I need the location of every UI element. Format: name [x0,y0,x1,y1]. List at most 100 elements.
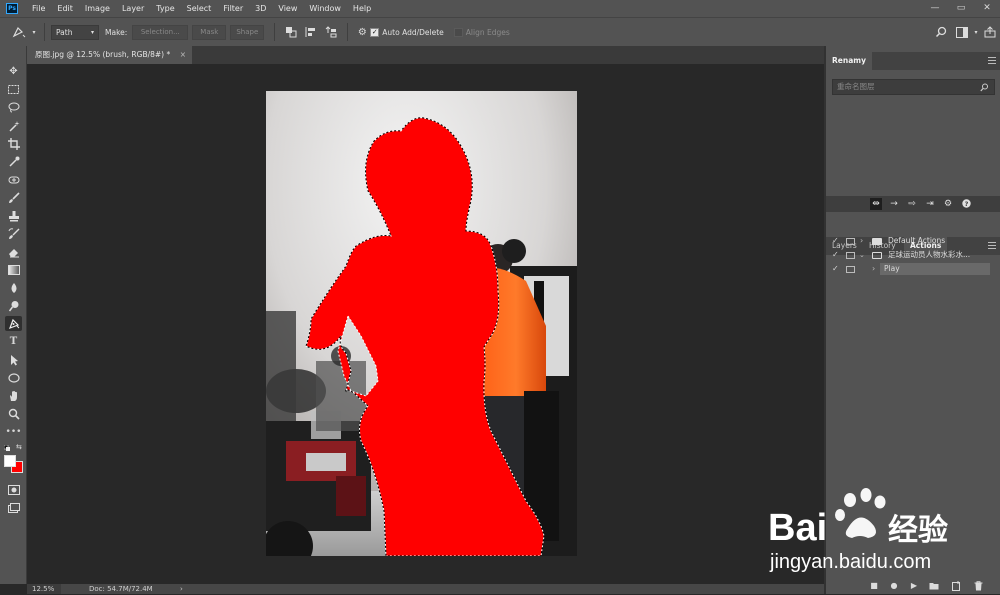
menu-type[interactable]: Type [150,0,180,17]
dialog-toggle-icon[interactable] [846,252,855,259]
menu-window[interactable]: Window [303,0,347,17]
foreground-color-swatch[interactable] [4,455,16,467]
dialog-toggle-icon[interactable] [846,238,855,245]
chevron-down-icon[interactable]: ▾ [972,29,980,36]
workspace-icon[interactable] [952,26,972,38]
action-set-label: Default Actions [888,236,946,245]
renamy-search-placeholder: 重命名图层 [837,82,875,91]
eyedropper-tool-icon[interactable] [5,154,22,169]
action-set-row[interactable]: ✓ ⌄ 足球运动员人物水彩水... [826,248,1000,262]
menu-image[interactable]: Image [79,0,116,17]
marquee-tool-icon[interactable] [5,82,22,97]
status-bar: 12.5% Doc: 54.7M/72.4M › [27,584,824,594]
menu-help[interactable]: Help [347,0,377,17]
clone-stamp-tool-icon[interactable] [5,208,22,223]
ellipse-tool-icon[interactable] [5,370,22,385]
search-icon[interactable] [980,80,988,97]
auto-add-delete-checkbox[interactable]: ✓ [370,27,380,37]
document-tab-bar: 原图.jpg @ 12.5% (brush, RGB/8#) * × [27,46,824,64]
path-selection-tool-icon[interactable] [5,352,22,367]
watermark-brand-right: 经验 [888,513,948,548]
toggle-check-icon[interactable]: ✓ [832,234,839,248]
pen-tool-icon[interactable] [5,316,22,331]
chevron-right-icon[interactable]: › [872,262,875,276]
gear-icon[interactable]: ⚙ [354,27,370,38]
document-tab[interactable]: 原图.jpg @ 12.5% (brush, RGB/8#) * × [27,46,192,64]
gear-icon[interactable]: ⚙ [942,198,954,210]
menu-file[interactable]: File [26,0,51,17]
pen-mode-select[interactable]: Path ▾ [51,24,99,40]
brush-tool-icon[interactable] [5,190,22,205]
make-mask-button[interactable]: Mask [192,24,227,40]
eraser-tool-icon[interactable] [5,244,22,259]
canvas-area[interactable] [27,64,824,584]
pen-tool-preset-icon[interactable] [8,26,30,38]
record-icon[interactable]: ● [888,580,900,592]
history-brush-tool-icon[interactable] [5,226,22,241]
path-alignment-icon[interactable] [301,26,321,38]
help-icon[interactable]: ? [960,198,972,210]
more-tools-icon[interactable]: ••• [5,424,22,439]
crop-tool-icon[interactable] [5,136,22,151]
magic-wand-tool-icon[interactable] [5,118,22,133]
toggle-check-icon[interactable]: ✓ [832,248,839,262]
blur-tool-icon[interactable] [5,280,22,295]
type-tool-icon[interactable]: T [5,334,22,349]
hand-tool-icon[interactable] [5,388,22,403]
path-operations-icon[interactable] [281,26,301,38]
dialog-toggle-icon[interactable] [846,266,855,273]
gradient-tool-icon[interactable] [5,262,22,277]
renamy-extension-icon[interactable]: ⇹ [870,198,882,210]
stop-icon[interactable]: ■ [868,580,880,592]
screen-mode-icon[interactable] [5,500,22,515]
dodge-tool-icon[interactable] [5,298,22,313]
quick-mask-icon[interactable] [5,482,22,497]
status-menu-arrow[interactable]: › [180,584,183,594]
close-tab-icon[interactable]: × [180,46,186,64]
panel-menu-icon[interactable] [988,57,996,64]
path-arrangement-icon[interactable] [321,26,341,38]
make-selection-button[interactable]: Selection... [132,24,189,40]
watermark-brand-left: Bai [768,507,827,549]
new-set-folder-icon[interactable] [928,580,940,592]
divider [274,23,276,41]
action-row[interactable]: ✓ › Play [826,262,1000,276]
chevron-right-icon[interactable]: › [860,234,863,248]
options-bar: ▾ Path ▾ Make: Selection... Mask Shape ⚙… [0,17,1000,46]
default-colors-icon[interactable] [3,444,10,451]
chevron-down-icon[interactable]: ▾ [30,29,38,36]
tab-renamy[interactable]: Renamy [826,52,872,70]
menu-layer[interactable]: Layer [116,0,150,17]
new-action-icon[interactable] [950,580,962,592]
play-icon[interactable]: ▶ [908,580,920,592]
align-edges-checkbox[interactable] [453,27,463,37]
import-icon[interactable]: ⇥ [924,198,936,210]
lasso-tool-icon[interactable] [5,100,22,115]
menu-3d[interactable]: 3D [249,0,272,17]
menu-filter[interactable]: Filter [217,0,249,17]
renamy-search-input[interactable]: 重命名图层 [832,79,995,95]
move-tool-icon[interactable]: ✥ [5,64,22,79]
folder-open-icon [872,252,882,259]
menu-view[interactable]: View [272,0,303,17]
trash-icon[interactable] [972,580,984,592]
toggle-check-icon[interactable]: ✓ [832,262,839,276]
zoom-tool-icon[interactable] [5,406,22,421]
healing-brush-tool-icon[interactable] [5,172,22,187]
document-image[interactable] [266,91,577,556]
chevron-down-icon[interactable]: ⌄ [859,248,865,262]
doc-size-label: Doc: 54.7M/72.4M [89,585,153,593]
make-shape-button[interactable]: Shape [230,24,265,40]
close-button[interactable]: ✕ [974,0,1000,17]
zoom-field[interactable]: 12.5% [27,584,61,594]
minimize-button[interactable]: — [922,0,948,17]
export-icon[interactable]: ⇨ [906,198,918,210]
search-icon[interactable] [930,26,952,38]
action-set-row[interactable]: ✓ › Default Actions [826,234,1000,248]
share-icon[interactable] [980,26,1000,38]
restore-button[interactable]: ▭ [948,0,974,17]
arrow-right-icon[interactable]: → [888,198,900,210]
swap-colors-icon[interactable]: ⇆ [16,443,24,451]
menu-select[interactable]: Select [181,0,218,17]
menu-edit[interactable]: Edit [51,0,79,17]
